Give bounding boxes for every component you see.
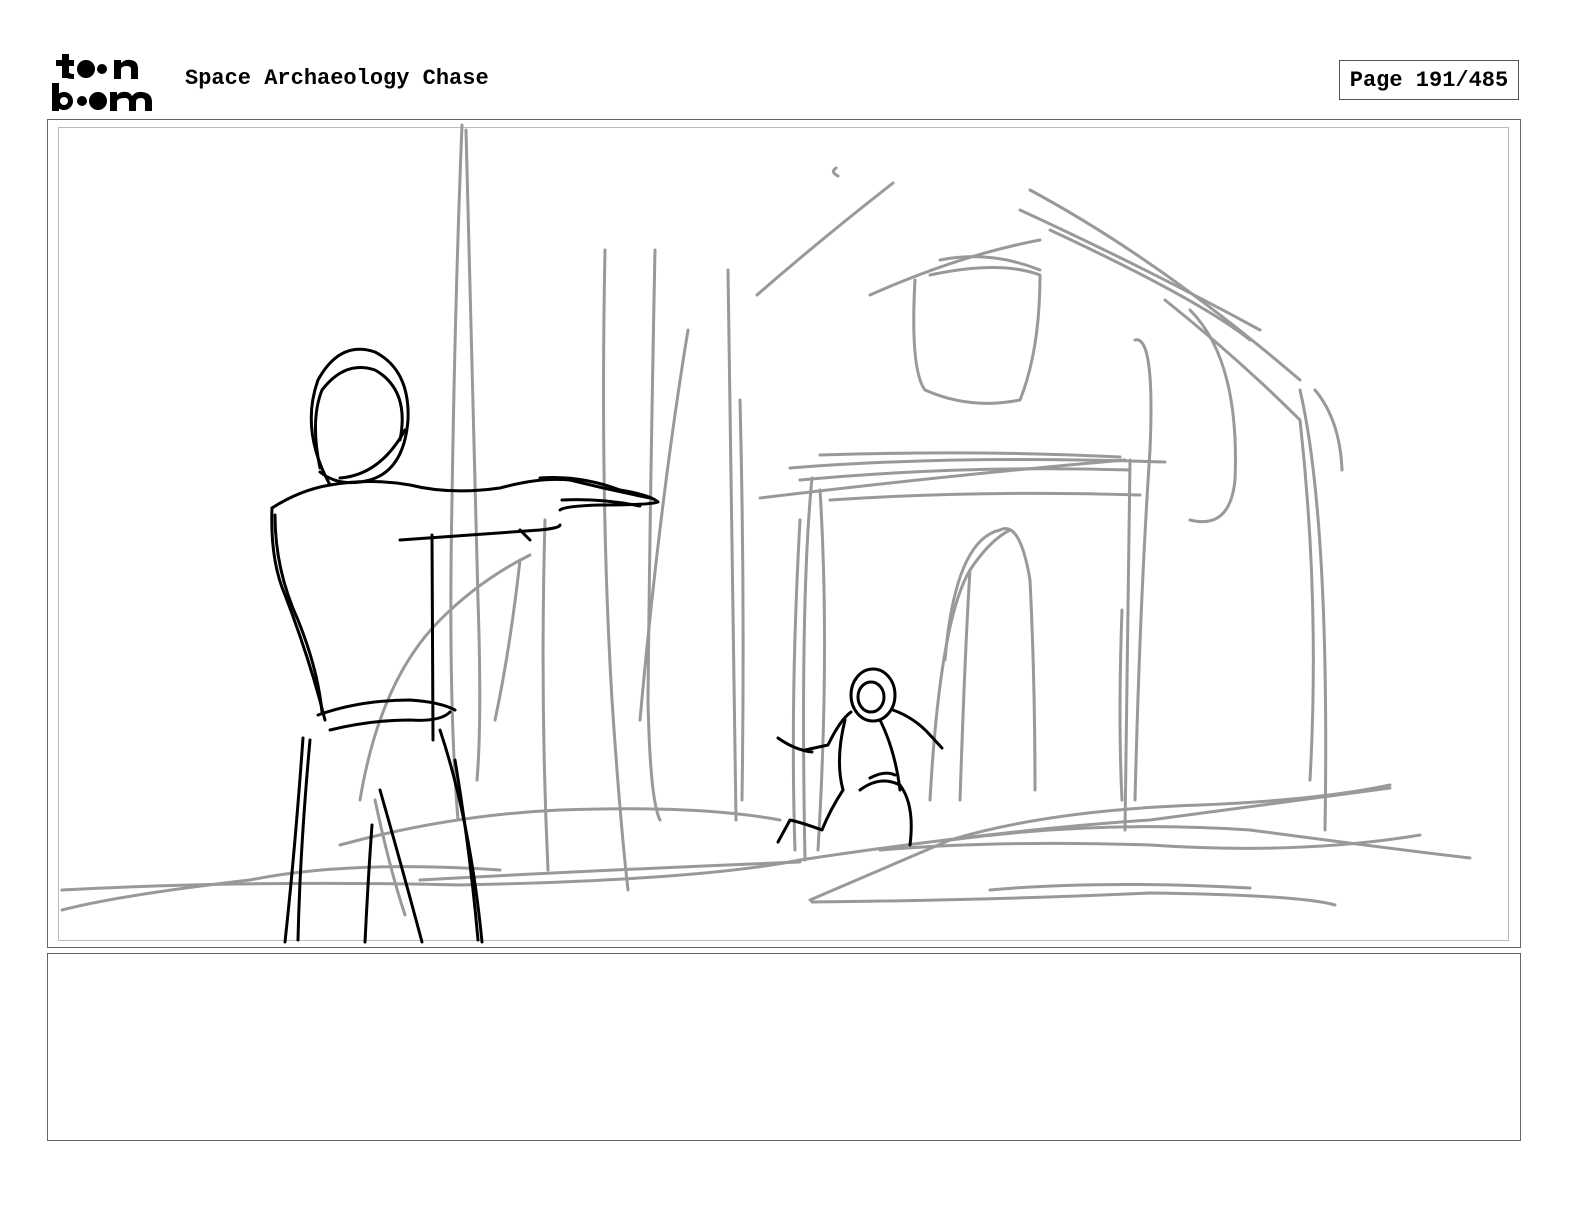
panel-notes-box — [47, 953, 1521, 1141]
page-counter: Page 191/485 — [1339, 60, 1519, 100]
storyboard-panel-safe-area — [58, 127, 1509, 941]
document-title: Space Archaeology Chase — [185, 66, 489, 91]
toon-boom-logo — [52, 54, 152, 111]
